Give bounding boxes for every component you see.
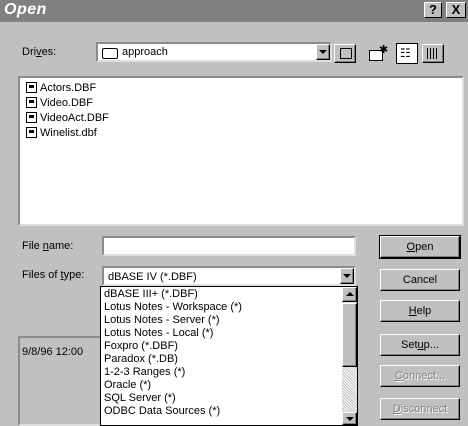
scroll-thumb[interactable] (342, 303, 357, 367)
database-file-icon (26, 112, 37, 123)
list-item[interactable]: Foxpro (*.DBF) (104, 340, 178, 352)
list-item[interactable]: Paradox (*.DB) (104, 353, 178, 365)
list-item[interactable]: Winelist.dbf (26, 126, 97, 140)
close-title-button[interactable]: X (446, 2, 466, 18)
filename-label: File name: (22, 240, 74, 252)
list-item[interactable]: Lotus Notes - Workspace (*) (104, 301, 242, 313)
list-item[interactable]: SQL Server (*) (104, 392, 176, 404)
list-view-icon: ☷ (400, 46, 411, 60)
dropdown-scrollbar[interactable] (342, 287, 357, 425)
filetype-dropdown-list[interactable]: dBASE III+ (*.DBF) Lotus Notes - Workspa… (100, 286, 358, 426)
list-item[interactable]: dBASE III+ (*.DBF) (104, 288, 198, 300)
filetype-select[interactable]: dBASE IV (*.DBF) (102, 266, 356, 286)
cancel-button[interactable]: Cancel (380, 269, 460, 291)
help-title-button[interactable]: ? (424, 2, 442, 18)
database-file-icon (26, 127, 37, 138)
setup-button[interactable]: Setup... (380, 334, 460, 356)
chevron-down-icon (319, 50, 327, 54)
list-item[interactable]: Oracle (*) (104, 379, 151, 391)
file-list[interactable]: Actors.DBF Video.DBF VideoAct.DBF Wineli… (18, 76, 464, 226)
help-button[interactable]: Help (380, 300, 460, 322)
scroll-up-button[interactable] (342, 287, 357, 302)
file-info-text: 9/8/96 12:00 (22, 346, 84, 358)
connect-button[interactable]: Connect... (380, 365, 460, 387)
list-item[interactable]: Lotus Notes - Local (*) (104, 327, 213, 339)
chevron-up-icon (345, 292, 354, 296)
drives-dropdown-button[interactable] (316, 44, 330, 60)
database-file-icon (26, 97, 37, 108)
chevron-down-icon (343, 274, 351, 278)
open-button[interactable]: Open (379, 235, 461, 259)
details-view-button[interactable] (422, 44, 444, 63)
filetype-label: Files of type: (22, 269, 85, 281)
filetype-value: dBASE IV (*.DBF) (108, 271, 197, 283)
chevron-down-icon (345, 417, 354, 421)
list-item[interactable]: 1-2-3 Ranges (*) (104, 366, 185, 378)
scroll-down-button[interactable] (342, 412, 357, 425)
list-item[interactable]: Video.DBF (26, 96, 93, 110)
up-folder-icon (340, 48, 352, 59)
drives-select[interactable]: approach (96, 42, 332, 62)
drives-label: Drives: (22, 46, 57, 58)
database-file-icon (26, 82, 37, 93)
folder-icon (102, 48, 118, 59)
list-item[interactable]: Lotus Notes - Server (*) (104, 314, 220, 326)
up-one-level-button[interactable] (334, 44, 356, 63)
list-item[interactable]: VideoAct.DBF (26, 111, 109, 125)
create-new-folder-button[interactable]: ✱ (366, 44, 388, 63)
window-title: Open (4, 1, 47, 18)
filename-input[interactable] (102, 236, 356, 256)
disconnect-button[interactable]: Disconnect (380, 398, 460, 420)
list-item[interactable]: Actors.DBF (26, 81, 96, 95)
drives-value: approach (122, 46, 168, 58)
list-view-button[interactable]: ☷ (396, 43, 418, 64)
list-item[interactable]: ODBC Data Sources (*) (104, 405, 220, 417)
title-bar[interactable]: Open ? X (0, 0, 468, 22)
details-view-icon (427, 48, 439, 59)
filetype-dropdown-button[interactable] (340, 268, 354, 284)
